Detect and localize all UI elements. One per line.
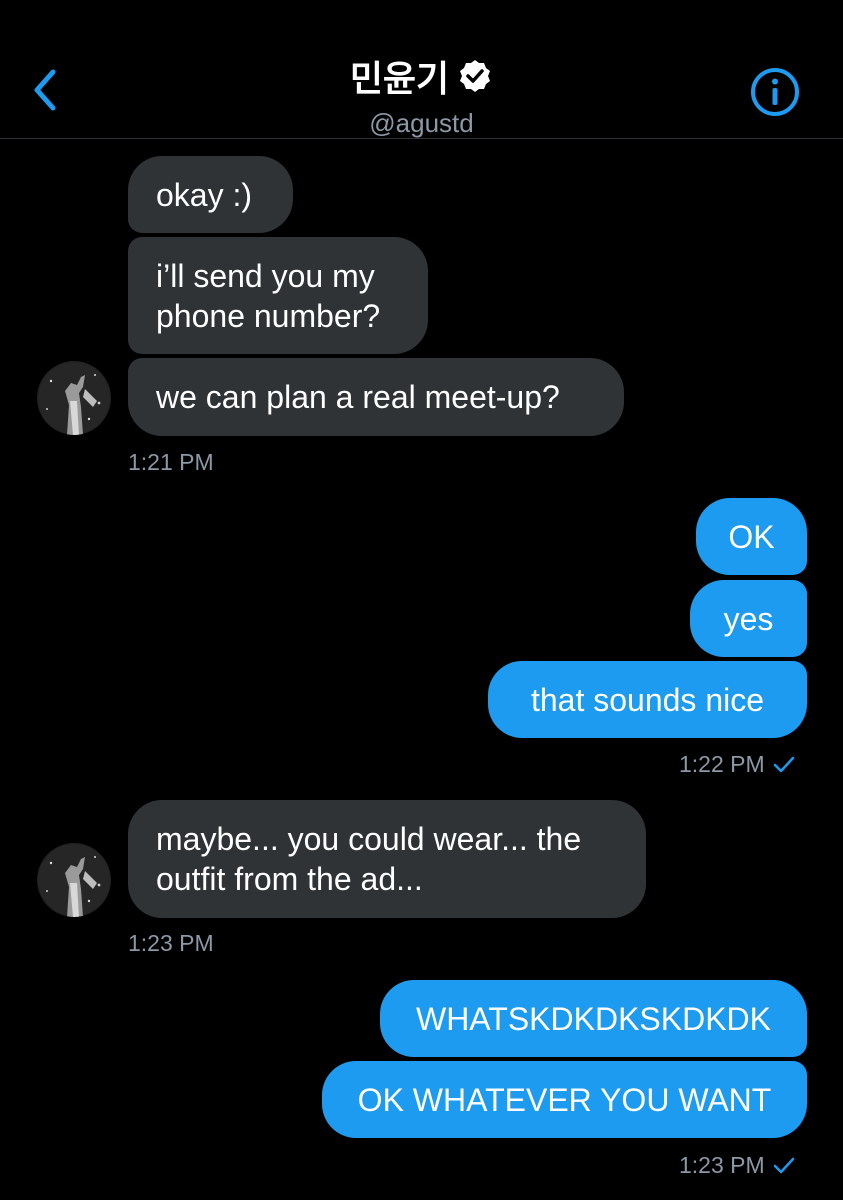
checkmark-icon [773,1157,794,1173]
message-text: that sounds nice [530,681,765,718]
timestamp-text: 1:21 PM [128,449,214,475]
message-bubble-outgoing[interactable]: OK WHATEVER YOU WANT [322,1061,807,1138]
message-bubble-incoming[interactable]: i’ll send you my phone number? [128,237,428,354]
info-button[interactable] [750,67,800,117]
message-text-line: phone number? [156,298,381,334]
avatar[interactable] [37,361,111,435]
message-bubble-incoming[interactable]: we can plan a real meet-up? [128,358,624,436]
message-bubble-outgoing[interactable]: OK [696,498,807,575]
message-bubble-outgoing[interactable]: WHATSKDKDKSKDKDK [380,980,807,1057]
conversation-title-block[interactable]: 민윤기 @agustd [0,50,843,139]
message-timestamp: 1:23 PM [679,1152,795,1179]
info-icon [751,68,799,116]
message-text: WHATSKDKDKSKDKDK [415,1000,771,1037]
message-text: okay :) [156,176,253,213]
message-bubble-incoming[interactable]: okay :) [128,156,293,233]
message-bubble-incoming[interactable]: maybe... you could wear... the outfit fr… [128,800,646,918]
timestamp-text: 1:23 PM [128,930,214,956]
avatar-image [37,843,111,917]
message-bubble-outgoing[interactable]: yes [690,580,807,657]
timestamp-text: 1:23 PM [679,1152,765,1178]
message-text: OK [728,518,775,555]
message-text-line: maybe... you could wear... the [156,821,582,857]
verified-badge-icon [460,60,491,92]
message-text-line: i’ll send you my [156,258,375,294]
conversation-title: 민윤기 [349,58,450,99]
message-timestamp: 1:22 PM [679,751,795,778]
conversation-header: 민윤기 @agustd [0,0,843,139]
message-text: OK WHATEVER YOU WANT [357,1081,772,1118]
message-timestamp: 1:21 PM [128,449,214,476]
checkmark-icon [773,756,794,772]
timestamp-text: 1:22 PM [679,751,765,777]
message-text: yes [723,600,774,637]
message-text: we can plan a real meet-up? [156,379,560,415]
message-bubble-outgoing[interactable]: that sounds nice [488,661,807,738]
avatar-image [37,361,111,435]
message-text-line: outfit from the ad... [156,861,423,897]
avatar[interactable] [37,843,111,917]
conversation-handle: @agustd [369,108,474,138]
message-timestamp: 1:23 PM [128,930,214,957]
